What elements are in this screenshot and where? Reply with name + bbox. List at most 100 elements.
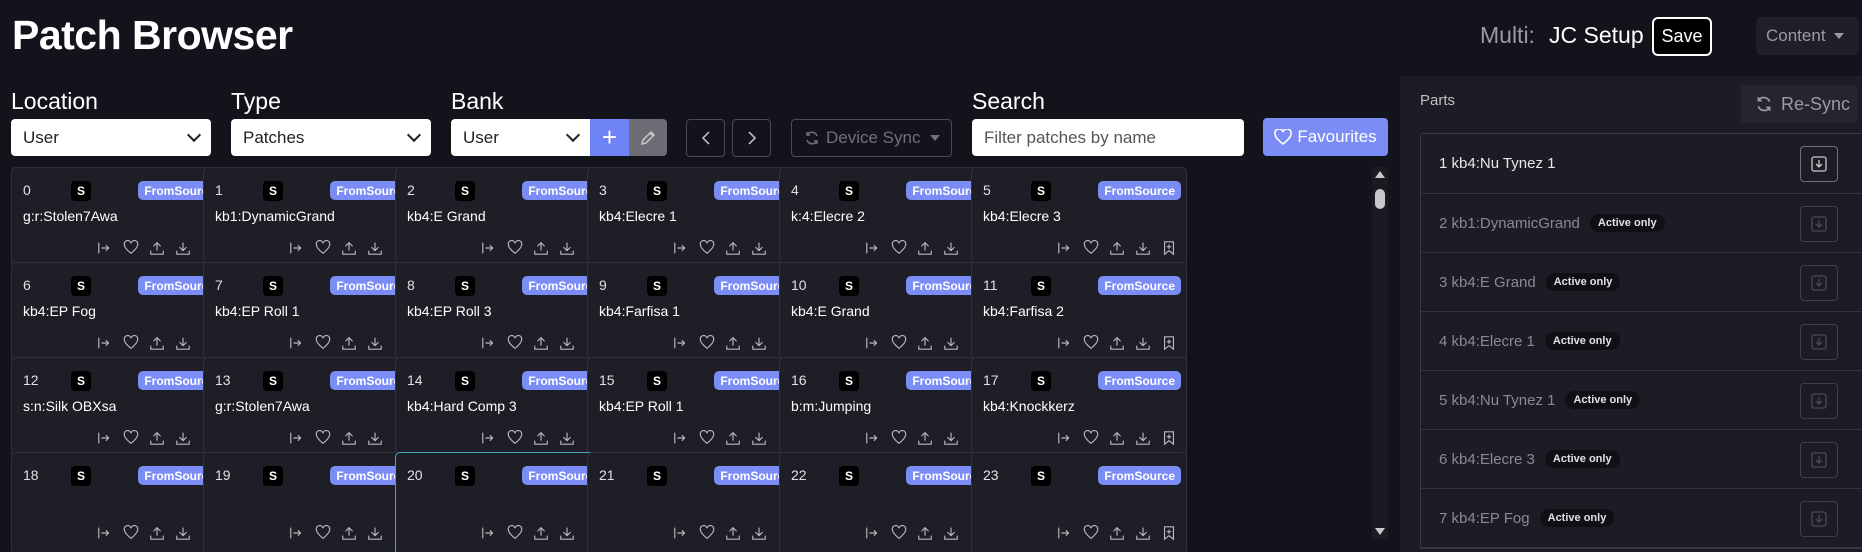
load-icon[interactable] bbox=[672, 429, 690, 447]
upload-icon[interactable] bbox=[916, 429, 934, 447]
heart-icon[interactable] bbox=[314, 429, 332, 447]
patch-card[interactable]: 8 S FromSource kb4:EP Roll 3 bbox=[395, 262, 611, 365]
load-icon[interactable] bbox=[96, 429, 114, 447]
bookmark-icon[interactable] bbox=[1160, 239, 1178, 257]
patch-card[interactable]: 16 S FromSource b:m:Jumping bbox=[779, 357, 995, 460]
bookmark-icon[interactable] bbox=[1160, 429, 1178, 447]
upload-icon[interactable] bbox=[916, 524, 934, 542]
download-icon[interactable] bbox=[1134, 334, 1152, 352]
load-part-button[interactable] bbox=[1800, 501, 1838, 537]
patch-card[interactable]: 6 S FromSource kb4:EP Fog bbox=[11, 262, 227, 365]
patch-card[interactable]: 9 S FromSource kb4:Farfisa 1 bbox=[587, 262, 803, 365]
patch-grid-scrollbar[interactable] bbox=[1372, 167, 1388, 539]
upload-icon[interactable] bbox=[724, 239, 742, 257]
download-icon[interactable] bbox=[558, 239, 576, 257]
upload-icon[interactable] bbox=[532, 524, 550, 542]
load-icon[interactable] bbox=[864, 524, 882, 542]
download-icon[interactable] bbox=[558, 429, 576, 447]
load-icon[interactable] bbox=[288, 239, 306, 257]
download-icon[interactable] bbox=[750, 334, 768, 352]
heart-icon[interactable] bbox=[698, 239, 716, 257]
scroll-up-icon[interactable] bbox=[1375, 171, 1385, 178]
heart-icon[interactable] bbox=[314, 334, 332, 352]
heart-icon[interactable] bbox=[1082, 429, 1100, 447]
upload-icon[interactable] bbox=[340, 429, 358, 447]
patch-card[interactable]: 0 S FromSource g:r:Stolen7Awa bbox=[11, 167, 227, 270]
download-icon[interactable] bbox=[942, 334, 960, 352]
heart-icon[interactable] bbox=[506, 239, 524, 257]
download-icon[interactable] bbox=[174, 239, 192, 257]
load-icon[interactable] bbox=[96, 239, 114, 257]
heart-icon[interactable] bbox=[890, 334, 908, 352]
upload-icon[interactable] bbox=[148, 524, 166, 542]
type-select[interactable]: Patches bbox=[231, 119, 431, 156]
load-part-button[interactable] bbox=[1800, 265, 1838, 301]
load-part-button[interactable] bbox=[1800, 324, 1838, 360]
download-icon[interactable] bbox=[942, 429, 960, 447]
prev-button[interactable] bbox=[686, 119, 725, 157]
load-icon[interactable] bbox=[864, 334, 882, 352]
download-icon[interactable] bbox=[942, 239, 960, 257]
download-icon[interactable] bbox=[558, 524, 576, 542]
location-select[interactable]: User bbox=[11, 119, 211, 156]
resync-button[interactable]: Re-Sync bbox=[1741, 85, 1858, 123]
patch-card[interactable]: 5 S FromSource kb4:Elecre 3 bbox=[971, 167, 1187, 270]
download-icon[interactable] bbox=[174, 429, 192, 447]
patch-card[interactable]: 10 S FromSource kb4:E Grand bbox=[779, 262, 995, 365]
scroll-thumb[interactable] bbox=[1375, 189, 1385, 209]
load-icon[interactable] bbox=[96, 334, 114, 352]
download-icon[interactable] bbox=[1134, 429, 1152, 447]
download-icon[interactable] bbox=[750, 429, 768, 447]
upload-icon[interactable] bbox=[1108, 334, 1126, 352]
bookmark-icon[interactable] bbox=[1160, 524, 1178, 542]
heart-icon[interactable] bbox=[122, 524, 140, 542]
save-button[interactable]: Save bbox=[1652, 17, 1712, 56]
heart-icon[interactable] bbox=[314, 524, 332, 542]
download-icon[interactable] bbox=[366, 524, 384, 542]
download-icon[interactable] bbox=[1134, 239, 1152, 257]
patch-card[interactable]: 20 S FromSource bbox=[395, 452, 611, 552]
upload-icon[interactable] bbox=[916, 334, 934, 352]
search-input[interactable] bbox=[972, 119, 1244, 156]
heart-icon[interactable] bbox=[122, 334, 140, 352]
heart-icon[interactable] bbox=[890, 429, 908, 447]
heart-icon[interactable] bbox=[506, 524, 524, 542]
patch-card[interactable]: 23 S FromSource bbox=[971, 452, 1187, 552]
patch-card[interactable]: 14 S FromSource kb4:Hard Comp 3 bbox=[395, 357, 611, 460]
heart-icon[interactable] bbox=[1082, 334, 1100, 352]
load-icon[interactable] bbox=[864, 239, 882, 257]
patch-card[interactable]: 12 S FromSource s:n:Silk OBXsa bbox=[11, 357, 227, 460]
load-icon[interactable] bbox=[288, 334, 306, 352]
favourites-button[interactable]: Favourites bbox=[1263, 118, 1388, 156]
heart-icon[interactable] bbox=[506, 429, 524, 447]
load-icon[interactable] bbox=[480, 524, 498, 542]
part-row[interactable]: 6 kb4:Elecre 3 Active only bbox=[1421, 430, 1862, 489]
load-icon[interactable] bbox=[1056, 429, 1074, 447]
upload-icon[interactable] bbox=[916, 239, 934, 257]
patch-card[interactable]: 18 S FromSource bbox=[11, 452, 227, 552]
load-icon[interactable] bbox=[672, 524, 690, 542]
load-icon[interactable] bbox=[1056, 334, 1074, 352]
patch-card[interactable]: 22 S FromSource bbox=[779, 452, 995, 552]
load-part-button[interactable] bbox=[1800, 146, 1838, 182]
download-icon[interactable] bbox=[174, 334, 192, 352]
patch-card[interactable]: 17 S FromSource kb4:Knockkerz bbox=[971, 357, 1187, 460]
download-icon[interactable] bbox=[366, 334, 384, 352]
download-icon[interactable] bbox=[366, 239, 384, 257]
upload-icon[interactable] bbox=[340, 524, 358, 542]
load-icon[interactable] bbox=[288, 429, 306, 447]
patch-card[interactable]: 19 S FromSource bbox=[203, 452, 419, 552]
heart-icon[interactable] bbox=[122, 429, 140, 447]
patch-card[interactable]: 3 S FromSource kb4:Elecre 1 bbox=[587, 167, 803, 270]
heart-icon[interactable] bbox=[890, 239, 908, 257]
heart-icon[interactable] bbox=[506, 334, 524, 352]
load-part-button[interactable] bbox=[1800, 383, 1838, 419]
load-icon[interactable] bbox=[1056, 239, 1074, 257]
download-icon[interactable] bbox=[1134, 524, 1152, 542]
upload-icon[interactable] bbox=[532, 239, 550, 257]
load-icon[interactable] bbox=[288, 524, 306, 542]
patch-card[interactable]: 11 S FromSource kb4:Farfisa 2 bbox=[971, 262, 1187, 365]
download-icon[interactable] bbox=[750, 239, 768, 257]
patch-card[interactable]: 15 S FromSource kb4:EP Roll 1 bbox=[587, 357, 803, 460]
load-icon[interactable] bbox=[672, 239, 690, 257]
